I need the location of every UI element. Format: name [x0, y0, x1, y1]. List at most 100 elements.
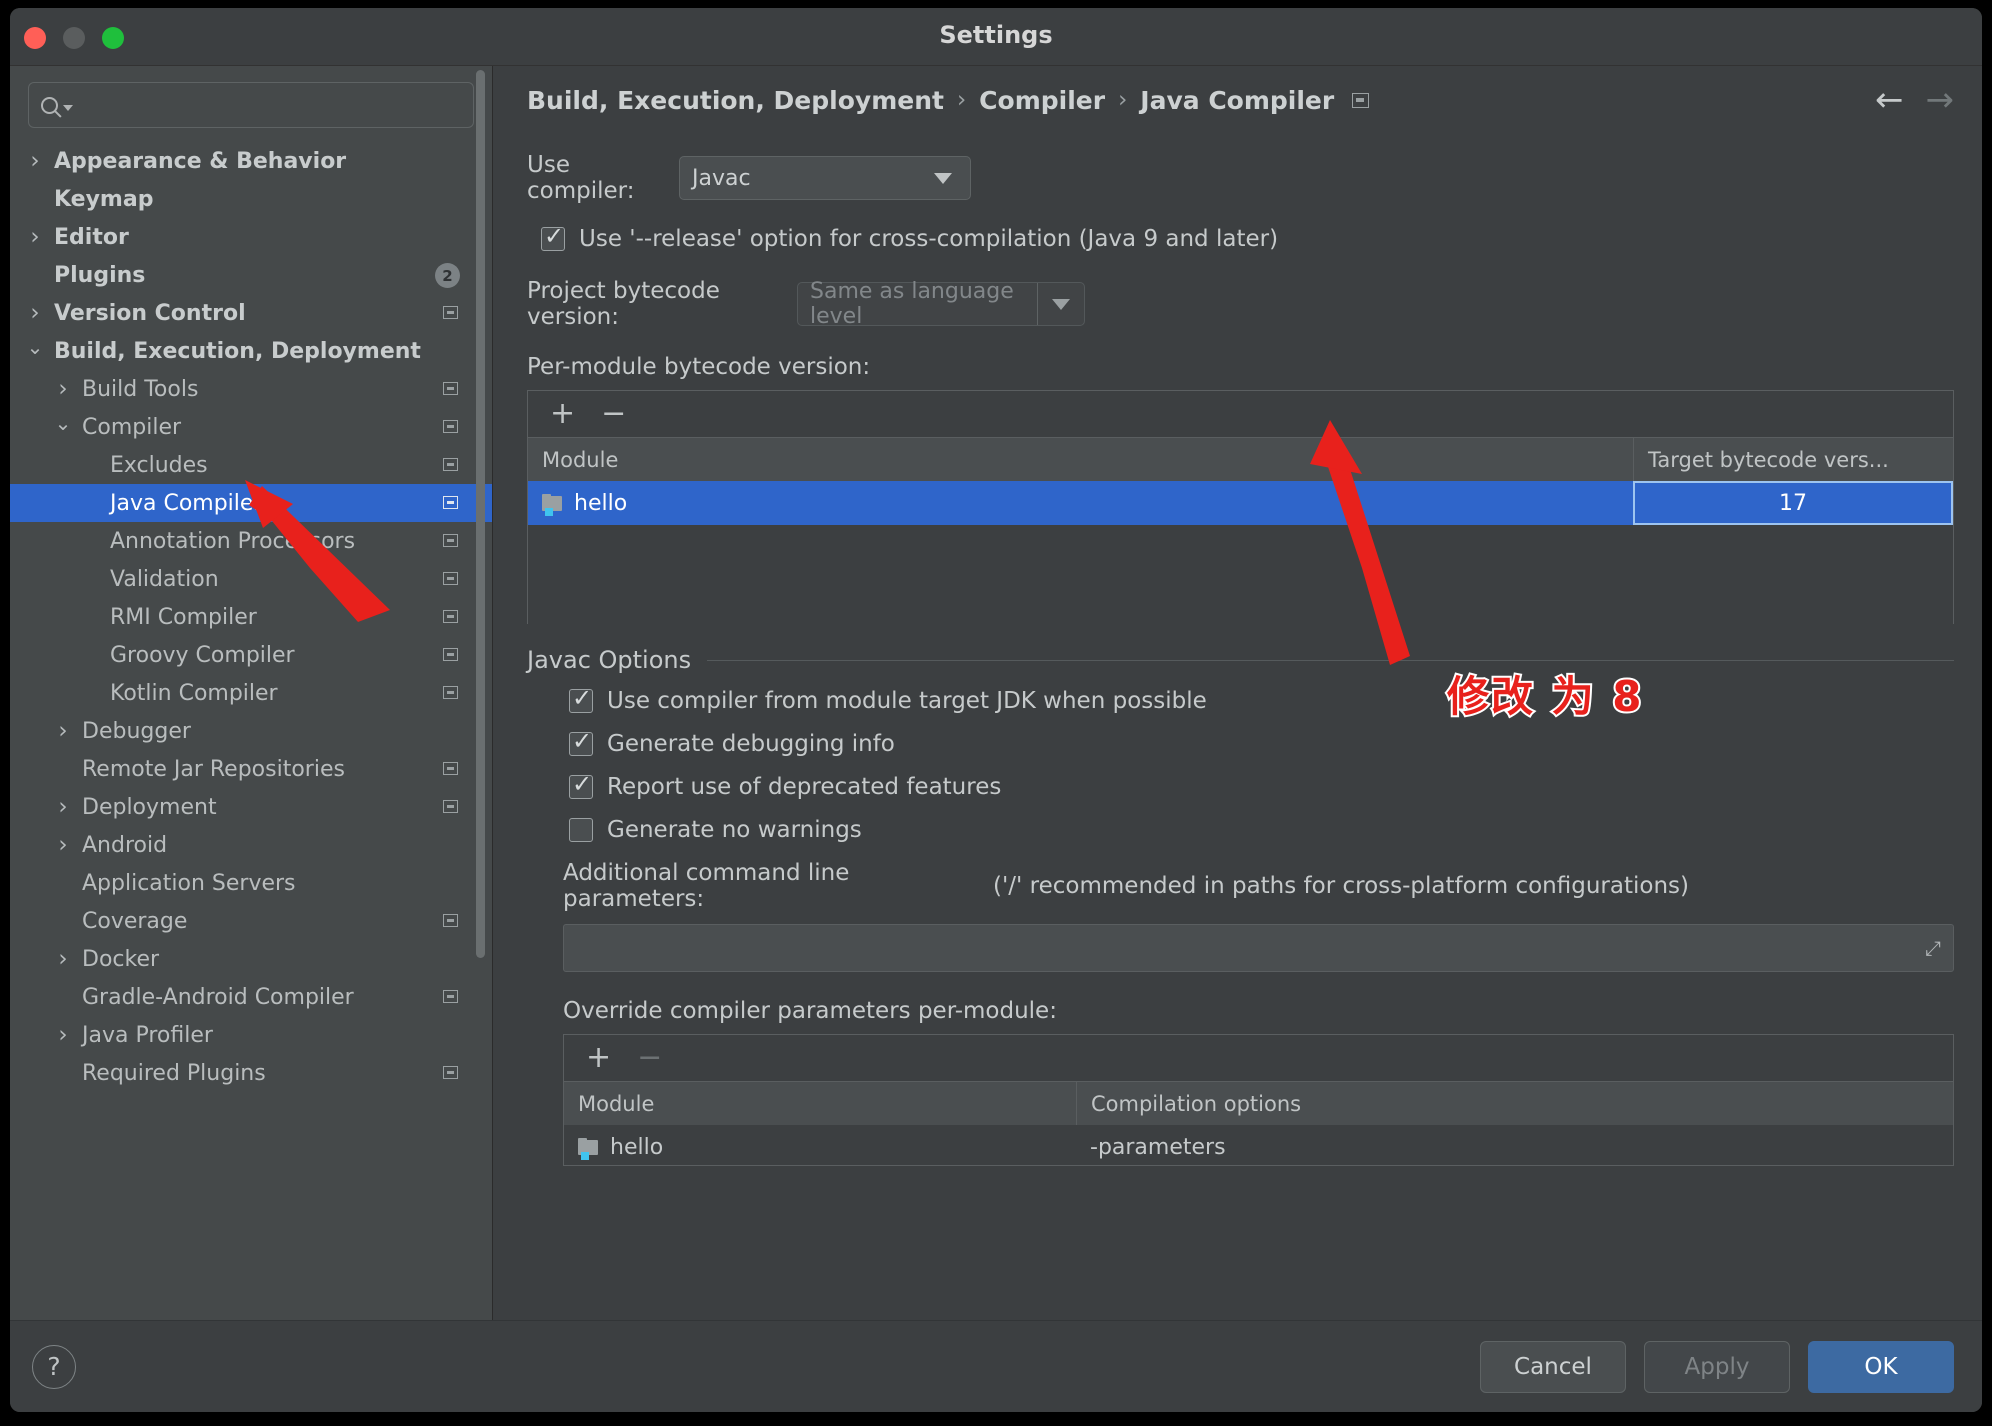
cancel-button[interactable]: Cancel [1480, 1341, 1626, 1393]
table-row[interactable]: hello -parameters [564, 1125, 1953, 1169]
javac-option-row[interactable]: Use compiler from module target JDK when… [569, 688, 1954, 714]
chevron-down-icon [1052, 299, 1070, 310]
column-header-target-bytecode[interactable]: Target bytecode vers... [1633, 438, 1953, 481]
chevron-right-icon[interactable]: › [24, 224, 46, 250]
module-cell[interactable]: hello [564, 1125, 1076, 1169]
sidebar-item-validation[interactable]: Validation [10, 560, 492, 598]
breadcrumb-item[interactable]: Java Compiler [1140, 86, 1334, 115]
project-settings-icon [443, 496, 458, 509]
release-option-checkbox[interactable] [541, 227, 565, 251]
column-header-compilation-options[interactable]: Compilation options [1076, 1082, 1953, 1125]
sidebar-item-label: Plugins [54, 263, 145, 288]
sidebar-item-appearance-behavior[interactable]: ›Appearance & Behavior [10, 142, 492, 180]
chevron-right-icon[interactable]: › [52, 1022, 74, 1048]
search-input[interactable] [81, 94, 461, 116]
settings-tree[interactable]: ›Appearance & BehaviorKeymap › Editor Plugi… [10, 140, 492, 1320]
chevron-right-icon[interactable]: › [24, 300, 46, 326]
per-module-bytecode-table[interactable]: + − Module Target bytecode vers... hello [527, 390, 1954, 624]
javac-option-checkbox[interactable] [569, 689, 593, 713]
javac-option-checkbox[interactable] [569, 775, 593, 799]
remove-override-button[interactable]: − [637, 1043, 662, 1073]
module-cell[interactable]: hello [528, 481, 1633, 525]
compilation-options-cell[interactable]: -parameters [1076, 1125, 1953, 1169]
release-option-row[interactable]: Use '--release' option for cross-compila… [527, 226, 1954, 252]
sidebar-item-gradle-android-compiler[interactable]: Gradle-Android Compiler [10, 978, 492, 1016]
sidebar-item-label: Editor [54, 225, 129, 250]
add-override-button[interactable]: + [586, 1043, 611, 1073]
javac-option-row[interactable]: Generate debugging info [569, 731, 1954, 757]
sidebar-item-annotation-processors[interactable]: Annotation Processors [10, 522, 492, 560]
breadcrumb-item[interactable]: Compiler [979, 86, 1105, 115]
sidebar-item-excludes[interactable]: Excludes [10, 446, 492, 484]
group-divider [707, 660, 1954, 661]
help-button[interactable]: ? [32, 1345, 76, 1389]
expand-editor-icon[interactable]: ⤢ [1925, 936, 1941, 960]
sidebar-item-label: Validation [110, 567, 219, 592]
sidebar-item-compiler[interactable]: ⌄Compiler [10, 408, 492, 446]
target-bytecode-value: 17 [1779, 491, 1807, 516]
sidebar-item-coverage[interactable]: Coverage [10, 902, 492, 940]
javac-option-checkbox[interactable] [569, 818, 593, 842]
javac-option-row[interactable]: Generate no warnings [569, 817, 1954, 843]
sidebar-item-remote-jar-repositories[interactable]: Remote Jar Repositories [10, 750, 492, 788]
use-compiler-label: Use compiler: [527, 152, 679, 204]
sidebar-item-editor[interactable]: › Editor [10, 218, 492, 256]
javac-checkbox-list: Use compiler from module target JDK when… [527, 688, 1954, 843]
sidebar-item-label: Docker [82, 947, 159, 972]
compilation-options-value: -parameters [1090, 1135, 1226, 1160]
project-settings-icon [443, 306, 458, 319]
apply-button[interactable]: Apply [1644, 1341, 1790, 1393]
chevron-right-icon[interactable]: › [24, 148, 46, 174]
sidebar-item-version-control[interactable]: ›Version Control [10, 294, 492, 332]
javac-option-label: Generate no warnings [607, 817, 862, 843]
project-settings-icon [443, 686, 458, 699]
chevron-right-icon[interactable]: › [52, 718, 74, 744]
chevron-down-icon[interactable]: ⌄ [24, 335, 46, 359]
settings-content: Use compiler: Javac Use '--release' opti… [493, 134, 1982, 1320]
module-name: hello [574, 491, 627, 516]
ok-button[interactable]: OK [1808, 1341, 1954, 1393]
column-header-module[interactable]: Module [528, 438, 1633, 481]
chevron-right-icon[interactable]: › [52, 376, 74, 402]
chevron-right-icon[interactable]: › [52, 794, 74, 820]
sidebar-item-docker[interactable]: › Docker [10, 940, 492, 978]
sidebar-item-plugins[interactable]: Plugins2 [10, 256, 492, 294]
sidebar-scrollbar[interactable] [476, 70, 485, 958]
javac-option-row[interactable]: Report use of deprecated features [569, 774, 1954, 800]
sidebar-item-deployment[interactable]: ›Deployment [10, 788, 492, 826]
project-settings-icon [443, 800, 458, 813]
chevron-right-icon[interactable]: › [52, 946, 74, 972]
sidebar-item-java-profiler[interactable]: › Java Profiler [10, 1016, 492, 1054]
javac-option-checkbox[interactable] [569, 732, 593, 756]
sidebar-item-keymap[interactable]: Keymap [10, 180, 492, 218]
javac-options-group: Javac Options [527, 646, 1954, 674]
sidebar-item-build-tools[interactable]: ›Build Tools [10, 370, 492, 408]
project-settings-icon [443, 458, 458, 471]
breadcrumb-item[interactable]: Build, Execution, Deployment [527, 86, 944, 115]
add-module-button[interactable]: + [550, 399, 575, 429]
sidebar-item-java-compiler[interactable]: Java Compiler [10, 484, 492, 522]
forward-arrow-icon[interactable]: → [1926, 83, 1955, 117]
chevron-right-icon[interactable]: › [52, 832, 74, 858]
table-row[interactable]: hello 17 [528, 481, 1953, 525]
sidebar-item-required-plugins[interactable]: Required Plugins [10, 1054, 492, 1092]
sidebar-item-kotlin-compiler[interactable]: Kotlin Compiler [10, 674, 492, 712]
sidebar-item-android[interactable]: ›Android [10, 826, 492, 864]
override-params-table[interactable]: + − Module Compilation options hello [563, 1034, 1954, 1166]
sidebar-item-debugger[interactable]: ›Debugger [10, 712, 492, 750]
chevron-down-icon[interactable]: ⌄ [52, 411, 74, 435]
remove-module-button[interactable]: − [601, 399, 626, 429]
use-compiler-select[interactable]: Javac [679, 156, 971, 200]
sidebar-item-application-servers[interactable]: Application Servers [10, 864, 492, 902]
column-header-module[interactable]: Module [564, 1082, 1076, 1125]
target-bytecode-cell[interactable]: 17 [1633, 481, 1953, 525]
additional-params-input[interactable]: ⤢ [563, 924, 1954, 972]
chevron-down-icon [934, 173, 952, 184]
back-arrow-icon[interactable]: ← [1875, 83, 1904, 117]
sidebar-item-label: Java Profiler [82, 1023, 213, 1048]
sidebar-item-rmi-compiler[interactable]: RMI Compiler [10, 598, 492, 636]
sidebar-item-groovy-compiler[interactable]: Groovy Compiler [10, 636, 492, 674]
project-bytecode-select[interactable]: Same as language level [797, 282, 1085, 326]
search-box[interactable] [28, 82, 474, 128]
sidebar-item-build-execution-deployment[interactable]: ⌄Build, Execution, Deployment [10, 332, 492, 370]
